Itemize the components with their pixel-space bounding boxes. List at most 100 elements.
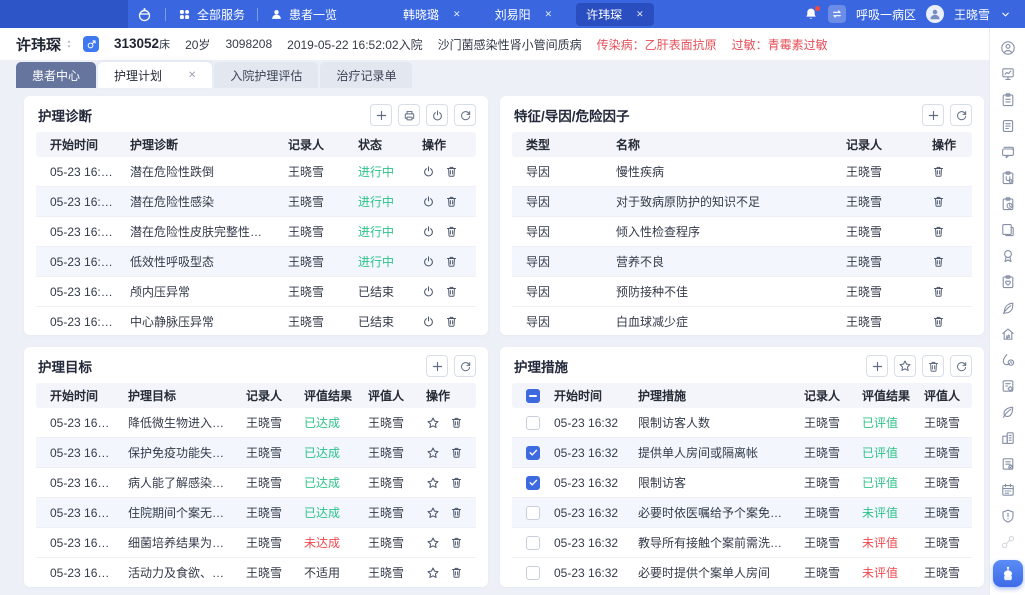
table-row[interactable]: 导因慢性疾病王晓雪 (512, 157, 972, 187)
delete-button[interactable] (445, 255, 458, 268)
delete-button[interactable] (932, 165, 945, 178)
delete-button[interactable] (922, 355, 944, 377)
droplet-clock-icon[interactable] (1000, 352, 1016, 368)
favorite-button[interactable] (426, 536, 440, 550)
delete-button[interactable] (932, 255, 945, 268)
clipboard-heart-icon[interactable] (1000, 274, 1016, 290)
table-row[interactable]: 05-23 16:32必要时依医嘱给予个案免疫球蛋白王晓雪未评值王晓雪 (512, 498, 972, 528)
favorite-button[interactable] (426, 416, 440, 430)
clipboard-clock-icon[interactable] (1000, 196, 1016, 212)
table-row[interactable]: 05-23 16:32必要时提供个案单人房间王晓雪未评值王晓雪 (512, 558, 972, 588)
end-diagnosis-button[interactable] (422, 255, 435, 268)
delete-button[interactable] (932, 195, 945, 208)
page-tab[interactable]: 护理计划✕ (98, 62, 212, 88)
table-row[interactable]: 05-23 16:32限制访客人数王晓雪已评值王晓雪 (512, 408, 972, 438)
user-name[interactable]: 王晓雪 (954, 6, 990, 23)
table-row[interactable]: 05-23 16:32病人能了解感染传播的危…王晓雪已达成王晓雪 (36, 468, 476, 498)
print-button[interactable] (398, 104, 420, 126)
page-tab[interactable]: 患者中心 (16, 62, 96, 88)
favorite-button[interactable] (894, 355, 916, 377)
delete-button[interactable] (932, 225, 945, 238)
add-button[interactable] (866, 355, 888, 377)
delete-button[interactable] (445, 285, 458, 298)
app-logo-icon[interactable] (136, 6, 153, 23)
user-avatar[interactable] (926, 5, 944, 23)
row-checkbox[interactable] (526, 536, 540, 550)
select-all-checkbox[interactable] (526, 389, 540, 403)
document-note-icon[interactable] (1000, 456, 1016, 472)
chart-board-icon[interactable] (1000, 66, 1016, 82)
delete-button[interactable] (445, 315, 458, 328)
delete-button[interactable] (445, 165, 458, 178)
copy-documents-icon[interactable] (1000, 222, 1016, 238)
table-row[interactable]: 05-23 16:32潜在危险性皮肤完整性受损王晓雪进行中 (36, 217, 476, 247)
refresh-button[interactable] (454, 104, 476, 126)
row-checkbox[interactable] (526, 566, 540, 580)
all-services-button[interactable]: 全部服务 (178, 6, 245, 23)
row-checkbox[interactable] (526, 446, 540, 460)
delete-button[interactable] (450, 416, 463, 429)
favorite-button[interactable] (426, 566, 440, 580)
clipboard-list-icon[interactable] (1000, 92, 1016, 108)
ward-switch-icon[interactable] (828, 5, 846, 23)
delete-button[interactable] (445, 225, 458, 238)
delete-button[interactable] (450, 536, 463, 549)
topbar-patient-tab[interactable]: 许玮琛✕ (576, 3, 654, 26)
table-row[interactable]: 导因倾入性检查程序王晓雪 (512, 217, 972, 247)
ribbon-badge-icon[interactable] (1000, 248, 1016, 264)
table-row[interactable]: 05-23 16:32潜在危险性跌倒王晓雪进行中 (36, 157, 476, 187)
refresh-button[interactable] (454, 355, 476, 377)
home-sync-icon[interactable] (1000, 326, 1016, 342)
add-button[interactable] (922, 104, 944, 126)
table-row[interactable]: 05-23 16:32颅内压异常王晓雪已结束 (36, 277, 476, 307)
feather-icon[interactable] (1000, 300, 1016, 316)
building-chart-icon[interactable] (1000, 430, 1016, 446)
delete-button[interactable] (450, 506, 463, 519)
table-row[interactable]: 05-23 16:32活动力及食欲、消化良好王晓雪不适用王晓雪 (36, 558, 476, 588)
close-icon[interactable]: ✕ (453, 9, 461, 20)
topbar-patient-tab[interactable]: 刘易阳✕ (485, 3, 563, 26)
delete-button[interactable] (445, 195, 458, 208)
chat-icon[interactable] (1000, 144, 1016, 160)
delete-button[interactable] (932, 315, 945, 328)
chevron-down-icon[interactable] (1000, 9, 1011, 20)
page-tab[interactable]: 治疗记录单 (320, 62, 412, 88)
favorite-button[interactable] (426, 476, 440, 490)
delete-button[interactable] (450, 566, 463, 579)
refresh-button[interactable] (950, 104, 972, 126)
refresh-button[interactable] (950, 355, 972, 377)
ward-name[interactable]: 呼吸一病区 (856, 6, 916, 23)
table-row[interactable]: 05-23 16:32提供单人房间或隔离帐王晓雪已评值王晓雪 (512, 438, 972, 468)
patient-list-button[interactable]: 患者一览 (270, 6, 337, 23)
link-icon[interactable] (1000, 534, 1016, 550)
patient-name[interactable]: 许玮琛 (16, 34, 74, 55)
add-button[interactable] (370, 104, 392, 126)
topbar-patient-tab[interactable]: 韩晓璐✕ (393, 3, 471, 26)
leaf-icon[interactable] (1000, 404, 1016, 420)
ai-assistant-button[interactable] (993, 560, 1023, 587)
end-diagnosis-button[interactable] (422, 225, 435, 238)
table-row[interactable]: 导因预防接种不佳王晓雪 (512, 277, 972, 307)
favorite-button[interactable] (426, 446, 440, 460)
favorite-button[interactable] (426, 506, 440, 520)
user-circle-icon[interactable] (1000, 40, 1016, 56)
table-row[interactable]: 05-23 16:32住院期间个案无发生感染…王晓雪已达成王晓雪 (36, 498, 476, 528)
table-row[interactable]: 导因营养不良王晓雪 (512, 247, 972, 277)
notification-bell-icon[interactable] (804, 7, 818, 21)
table-row[interactable]: 05-23 16:32教导所有接触个案前需洗手及戴口罩王晓雪未评值王晓雪 (512, 528, 972, 558)
table-row[interactable]: 05-23 16:32降低微生物进入宿主王晓雪已达成王晓雪 (36, 408, 476, 438)
end-diagnosis-button[interactable] (422, 165, 435, 178)
end-diagnosis-button[interactable] (422, 195, 435, 208)
table-row[interactable]: 导因白血球减少症王晓雪 (512, 307, 972, 336)
table-row[interactable]: 05-23 16:32细菌培养结果为阴性王晓雪未达成王晓雪 (36, 528, 476, 558)
table-row[interactable]: 05-23 16:32潜在危险性感染王晓雪进行中 (36, 187, 476, 217)
clipboard-stethoscope-icon[interactable] (1000, 170, 1016, 186)
end-diagnosis-button[interactable] (422, 315, 435, 328)
table-row[interactable]: 05-23 16:32中心静脉压异常王晓雪已结束 (36, 307, 476, 336)
document-icon[interactable] (1000, 118, 1016, 134)
document-gear-icon[interactable] (1000, 378, 1016, 394)
table-row[interactable]: 05-23 16:32限制访客王晓雪已评值王晓雪 (512, 468, 972, 498)
end-button[interactable] (426, 104, 448, 126)
page-tab[interactable]: 入院护理评估 (214, 62, 318, 88)
row-checkbox[interactable] (526, 476, 540, 490)
